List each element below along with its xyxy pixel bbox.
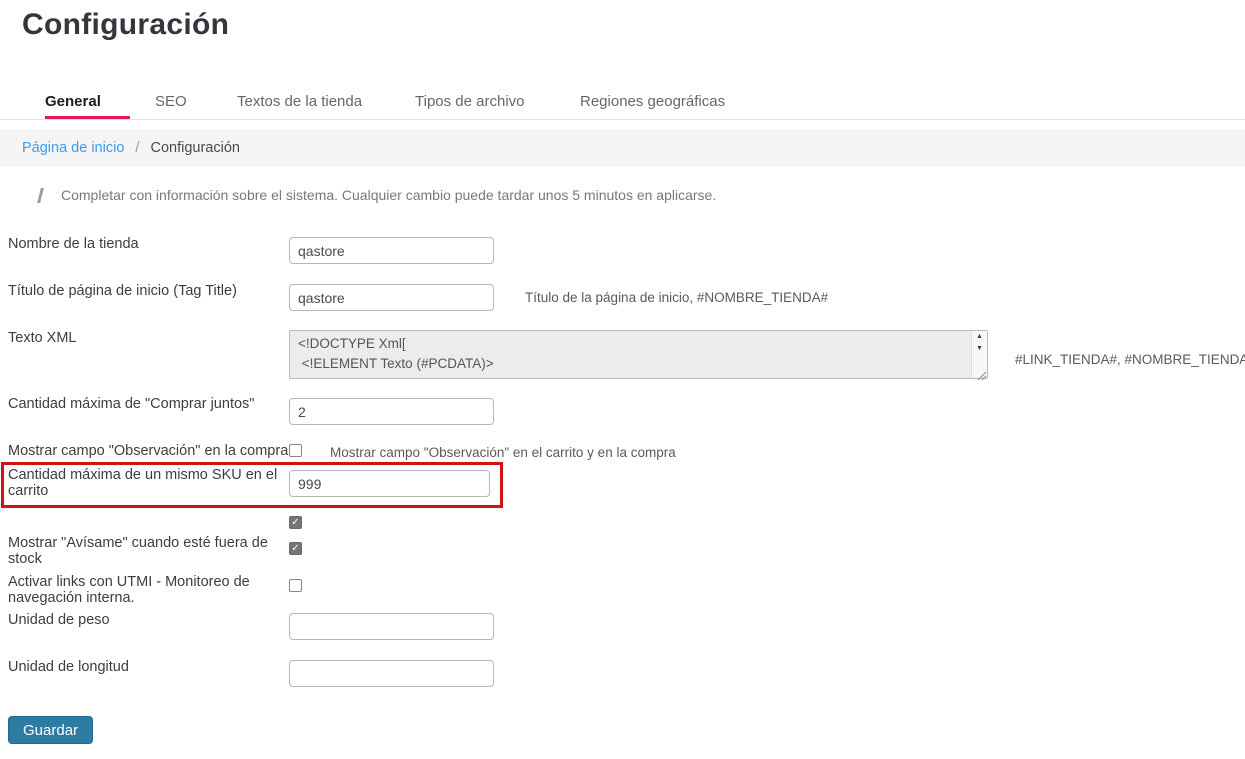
- show-observation-hint: Mostrar campo "Observación" en el carrit…: [330, 445, 676, 460]
- store-name-input[interactable]: [289, 237, 494, 264]
- home-title-hint: Título de la página de inicio, #NOMBRE_T…: [525, 290, 828, 305]
- scroll-down-icon[interactable]: ▼: [972, 343, 987, 355]
- weight-unit-label: Unidad de peso: [8, 613, 110, 629]
- breadcrumb-separator: /: [135, 140, 139, 156]
- unlabeled-checkbox[interactable]: ✓: [289, 516, 302, 529]
- max-sku-qty-label: Cantidad máxima de un mismo SKU en el ca…: [8, 468, 280, 499]
- tab-seo[interactable]: SEO: [155, 93, 187, 110]
- max-buy-together-label: Cantidad máxima de "Comprar juntos": [8, 397, 254, 413]
- show-observation-checkbox[interactable]: ✓: [289, 444, 302, 457]
- home-title-label: Título de página de inicio (Tag Title): [8, 284, 237, 300]
- weight-unit-input[interactable]: [289, 613, 494, 640]
- store-name-label: Nombre de la tienda: [8, 237, 139, 253]
- length-unit-label: Unidad de longitud: [8, 660, 129, 676]
- xml-textarea-wrap: <!DOCTYPE Xml[ <!ELEMENT Texto (#PCDATA)…: [289, 330, 988, 379]
- length-unit-input[interactable]: [289, 660, 494, 687]
- show-notify-me-checkbox[interactable]: ✓: [289, 542, 302, 555]
- scroll-up-icon[interactable]: ▲: [972, 331, 987, 343]
- info-bar-icon: [37, 188, 44, 203]
- xml-text-hint: #LINK_TIENDA#, #NOMBRE_TIENDA#: [1015, 352, 1245, 367]
- active-tab-underline: [45, 116, 130, 119]
- show-notify-me-label: Mostrar "Avísame" cuando esté fuera de s…: [8, 536, 286, 567]
- tab-regiones-geograficas[interactable]: Regiones geográficas: [580, 93, 725, 110]
- configuration-page: Configuración General SEO Textos de la t…: [0, 0, 1245, 759]
- show-observation-label: Mostrar campo "Observación" en la compra: [8, 444, 290, 460]
- page-title: Configuración: [22, 8, 229, 42]
- utmi-links-label: Activar links con UTMI - Monitoreo de na…: [8, 575, 286, 606]
- save-button[interactable]: Guardar: [8, 716, 93, 744]
- info-note-text: Completar con información sobre el siste…: [61, 187, 716, 203]
- tab-textos-de-la-tienda[interactable]: Textos de la tienda: [237, 93, 362, 110]
- utmi-links-checkbox[interactable]: ✓: [289, 579, 302, 592]
- check-icon: ✓: [291, 517, 299, 528]
- tab-bar: General SEO Textos de la tienda Tipos de…: [0, 86, 1245, 120]
- home-title-input[interactable]: [289, 284, 494, 311]
- tab-general[interactable]: General: [45, 93, 101, 110]
- breadcrumb: Página de inicio / Configuración: [0, 130, 1245, 166]
- check-icon: ✓: [291, 543, 299, 554]
- xml-text-label: Texto XML: [8, 331, 77, 347]
- max-buy-together-input[interactable]: [289, 398, 494, 425]
- max-sku-qty-input[interactable]: [289, 470, 490, 497]
- breadcrumb-home-link[interactable]: Página de inicio: [22, 140, 124, 156]
- xml-textarea[interactable]: <!DOCTYPE Xml[ <!ELEMENT Texto (#PCDATA)…: [289, 330, 988, 379]
- resize-grip-icon[interactable]: [977, 368, 987, 378]
- tab-tipos-de-archivo[interactable]: Tipos de archivo: [415, 93, 525, 110]
- breadcrumb-current: Configuración: [150, 140, 239, 156]
